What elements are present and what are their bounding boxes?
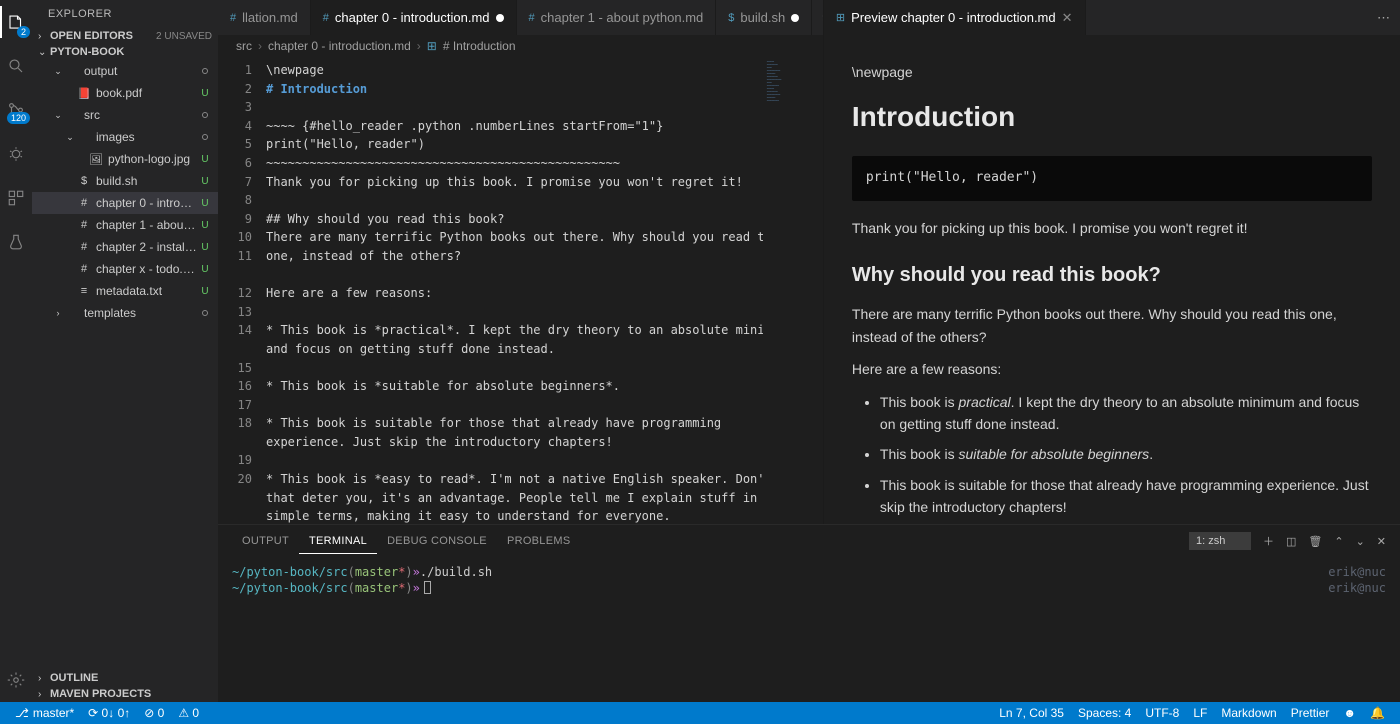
file-icon: 📕 — [76, 87, 92, 100]
editor-tabs-right: ⊞Preview chapter 0 - introduction.md✕ ⋯ — [824, 0, 1400, 35]
terminal-selector[interactable]: 1: zsh — [1189, 532, 1251, 550]
tree-file[interactable]: $build.shU — [32, 170, 218, 192]
terminal[interactable]: ~/pyton-book/src(master*) » ./build.sher… — [218, 557, 1400, 702]
file-icon: # — [323, 12, 329, 24]
list-item: This book is suitable for absolute begin… — [880, 443, 1372, 465]
minimap[interactable]: ▬▬▬▬▬▬▬▬▬▬▬▬▬▬▬▬▬▬▬▬▬▬▬▬▬▬▬▬▬▬▬▬▬▬▬▬▬▬▬▬… — [763, 57, 823, 524]
tree-folder[interactable]: ›templates — [32, 302, 218, 324]
status-feedback-icon[interactable]: ☻ — [1336, 706, 1363, 720]
preview-code-block: print("Hello, reader") — [852, 156, 1372, 201]
tree-folder[interactable]: ⌄src — [32, 104, 218, 126]
breadcrumb[interactable]: src› chapter 0 - introduction.md› ⊞# Int… — [218, 35, 823, 57]
sidebar-title: EXPLORER — [32, 0, 218, 28]
preview-list: This book is practical. I kept the dry t… — [880, 391, 1372, 524]
tree-file[interactable]: #chapter 1 - about python.mdU — [32, 214, 218, 236]
explorer-sidebar: EXPLORER ›OPEN EDITORS2 UNSAVED ⌄PYTON-B… — [32, 0, 218, 702]
tree-file[interactable]: ≡metadata.txtU — [32, 280, 218, 302]
maximize-panel-icon[interactable]: ⌃ — [1334, 535, 1343, 548]
editor-tab[interactable]: $build.sh — [716, 0, 812, 35]
status-warnings[interactable]: ⚠ 0 — [171, 706, 206, 720]
editor-tab[interactable]: ⊞Preview chapter 0 - introduction.md✕ — [824, 0, 1086, 35]
tab-output[interactable]: OUTPUT — [232, 529, 299, 553]
status-eol[interactable]: LF — [1186, 706, 1214, 720]
file-icon: 🖼 — [88, 153, 104, 166]
file-icon: $ — [76, 175, 92, 187]
tree-file[interactable]: #chapter x - todo.mdU — [32, 258, 218, 280]
open-editors-section[interactable]: ›OPEN EDITORS2 UNSAVED — [32, 28, 218, 44]
tab-terminal[interactable]: TERMINAL — [299, 529, 377, 554]
status-encoding[interactable]: UTF-8 — [1138, 706, 1186, 720]
split-terminal-icon[interactable]: ◫ — [1286, 535, 1296, 548]
file-icon: # — [76, 197, 92, 209]
markdown-preview[interactable]: \newpage Introduction print("Hello, read… — [824, 35, 1400, 524]
dirty-indicator-icon — [791, 14, 799, 22]
status-language[interactable]: Markdown — [1214, 706, 1283, 720]
file-icon: # — [230, 12, 236, 24]
editor-tab[interactable]: #llation.md — [218, 0, 311, 35]
file-icon: # — [76, 219, 92, 231]
file-icon: # — [76, 241, 92, 253]
tree-folder[interactable]: ⌄output — [32, 60, 218, 82]
activity-bar: 2 120 — [0, 0, 32, 702]
tab-problems[interactable]: PROBLEMS — [497, 529, 581, 553]
test-icon[interactable] — [4, 230, 28, 254]
tab-debug-console[interactable]: DEBUG CONSOLE — [377, 529, 497, 553]
editor-tabs-left: #llation.md#chapter 0 - introduction.md#… — [218, 0, 823, 35]
file-tree[interactable]: ⌄output📕book.pdfU⌄src⌄images🖼python-logo… — [32, 60, 218, 670]
new-terminal-icon[interactable]: ＋ — [1263, 533, 1274, 549]
list-item: This book is suitable for those that alr… — [880, 474, 1372, 519]
file-icon: ⊞ — [836, 11, 845, 24]
status-branch[interactable]: ⎇ master* — [8, 706, 81, 720]
preview-newpage: \newpage — [852, 61, 1372, 83]
status-prettier[interactable]: Prettier — [1284, 706, 1337, 720]
status-errors[interactable]: ⊘ 0 — [137, 706, 171, 720]
tree-file[interactable]: 🖼python-logo.jpgU — [32, 148, 218, 170]
status-spaces[interactable]: Spaces: 4 — [1071, 706, 1138, 720]
chevron-down-icon[interactable]: ⌄ — [1356, 535, 1365, 548]
bottom-panel: OUTPUT TERMINAL DEBUG CONSOLE PROBLEMS 1… — [218, 524, 1400, 702]
tree-file[interactable]: 📕book.pdfU — [32, 82, 218, 104]
search-icon[interactable] — [4, 54, 28, 78]
file-icon: # — [529, 12, 535, 24]
maven-section[interactable]: ›MAVEN PROJECTS — [32, 686, 218, 702]
settings-gear-icon[interactable] — [4, 668, 28, 692]
file-icon: # — [76, 263, 92, 275]
file-icon: ≡ — [76, 285, 92, 297]
preview-h1: Introduction — [852, 95, 1372, 140]
close-icon[interactable]: ✕ — [1062, 10, 1073, 26]
editor-tab[interactable]: #chapter 0 - introduction.md — [311, 0, 517, 35]
dirty-indicator-icon — [496, 14, 504, 22]
list-item: This book is practical. I kept the dry t… — [880, 391, 1372, 436]
preview-h2: Why should you read this book? — [852, 259, 1372, 291]
more-icon[interactable]: ⋯ — [1377, 10, 1390, 26]
close-panel-icon[interactable]: ✕ — [1377, 535, 1386, 548]
preview-text: Thank you for picking up this book. I pr… — [852, 217, 1372, 239]
preview-text: There are many terrific Python books out… — [852, 303, 1372, 348]
outline-section[interactable]: ›OUTLINE — [32, 670, 218, 686]
project-section[interactable]: ⌄PYTON-BOOK — [32, 44, 218, 60]
files-icon[interactable]: 2 — [4, 10, 28, 34]
editor-tab[interactable]: #chapter 1 - about python.md — [517, 0, 717, 35]
source-control-icon[interactable]: 120 — [4, 98, 28, 122]
file-icon: $ — [728, 12, 734, 24]
preview-text: Here are a few reasons: — [852, 358, 1372, 380]
kill-terminal-icon[interactable]: 🗑 — [1308, 535, 1322, 548]
extensions-icon[interactable] — [4, 186, 28, 210]
tree-file[interactable]: #chapter 2 - installation.mdU — [32, 236, 218, 258]
tree-folder[interactable]: ⌄images — [32, 126, 218, 148]
status-sync[interactable]: ⟳ 0↓ 0↑ — [81, 706, 137, 720]
status-lncol[interactable]: Ln 7, Col 35 — [992, 706, 1071, 720]
status-bell-icon[interactable]: 🔔 — [1363, 706, 1392, 720]
debug-icon[interactable] — [4, 142, 28, 166]
tree-file[interactable]: #chapter 0 - introduction.mdU — [32, 192, 218, 214]
status-bar: ⎇ master* ⟳ 0↓ 0↑ ⊘ 0 ⚠ 0 Ln 7, Col 35 S… — [0, 702, 1400, 724]
code-editor[interactable]: 1234567891011 121314 15161718 1920 2122 … — [218, 57, 823, 524]
